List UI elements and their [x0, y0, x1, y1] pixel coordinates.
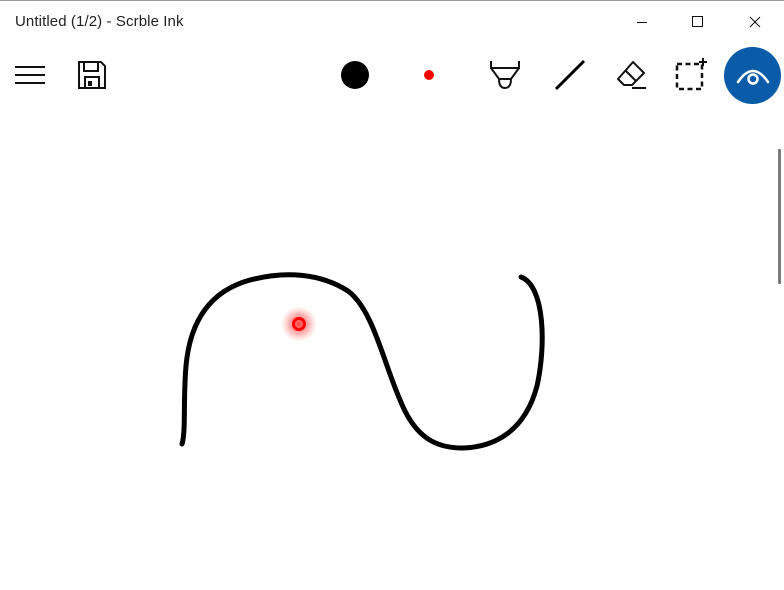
- close-button[interactable]: [727, 1, 783, 42]
- filled-circle-icon: [341, 61, 369, 89]
- toolbar: [0, 42, 784, 108]
- floppy-disk-icon: [78, 61, 106, 89]
- pen-size-button[interactable]: [331, 42, 379, 108]
- eye-icon: [736, 69, 769, 85]
- color-dot-icon: [424, 70, 434, 80]
- drawing-canvas[interactable]: [0, 108, 784, 590]
- window-title: Untitled (1/2) - Scrble Ink: [15, 13, 184, 30]
- vertical-scrollbar[interactable]: [778, 149, 781, 284]
- selection-button[interactable]: [667, 42, 715, 108]
- title-bar: Untitled (1/2) - Scrble Ink: [0, 1, 784, 42]
- maximize-button[interactable]: [670, 1, 726, 42]
- pen-color-button[interactable]: [405, 42, 453, 108]
- save-button[interactable]: [68, 42, 116, 108]
- ink-stroke: [179, 272, 545, 451]
- highlighter-icon: [490, 61, 520, 90]
- app-window: Untitled (1/2) - Scrble Ink: [0, 0, 784, 590]
- eraser-button[interactable]: [607, 42, 655, 108]
- close-icon: [749, 16, 761, 27]
- hamburger-menu-icon: [15, 66, 45, 84]
- line-tool-button[interactable]: [546, 42, 594, 108]
- laser-pointer: [281, 306, 317, 342]
- minimize-icon: [637, 21, 647, 23]
- view-toggle-button[interactable]: [724, 47, 781, 104]
- menu-button[interactable]: [6, 42, 54, 108]
- minimize-button[interactable]: [614, 1, 670, 42]
- ink-layer: [179, 272, 545, 451]
- line-icon: [554, 59, 586, 91]
- maximize-icon: [692, 15, 703, 27]
- highlighter-button[interactable]: [481, 42, 529, 108]
- selection-icon: [675, 58, 707, 91]
- eraser-icon: [617, 61, 646, 89]
